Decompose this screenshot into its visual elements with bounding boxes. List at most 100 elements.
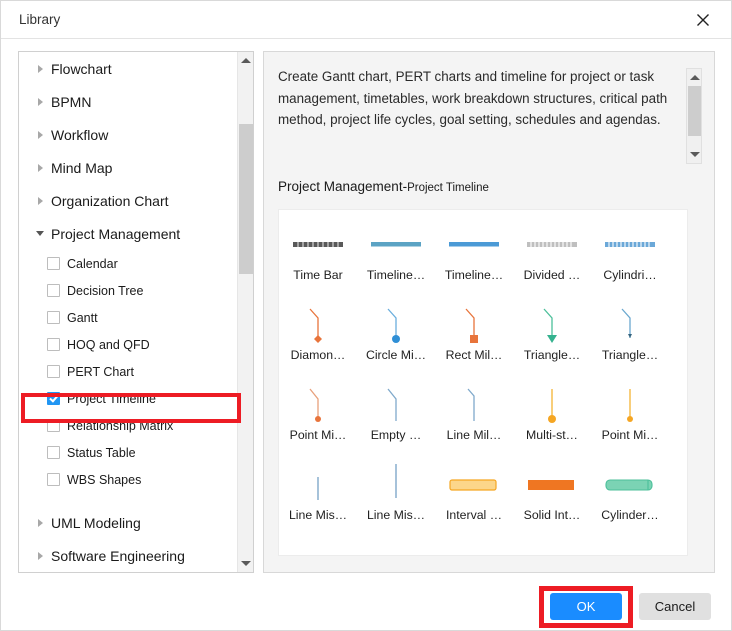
tree-group-flowchart[interactable]: Flowchart (19, 52, 238, 85)
tree-item-label: Relationship Matrix (67, 418, 174, 433)
tree-scrollbar[interactable] (237, 52, 253, 572)
empty-milestone-shape (360, 382, 432, 428)
cancel-button[interactable]: Cancel (639, 593, 711, 620)
description-area: Create Gantt chart, PERT charts and time… (278, 66, 702, 166)
tree-group-bpmn[interactable]: BPMN (19, 85, 238, 118)
tree-group-software-engineering[interactable]: Software Engineering (19, 539, 238, 572)
tree-group-project-management[interactable]: Project Management (19, 217, 238, 250)
ok-button[interactable]: OK (550, 593, 622, 620)
chevron-up-icon[interactable] (687, 69, 702, 86)
title-bar: Library (1, 1, 731, 39)
chevron-down-icon[interactable] (687, 146, 702, 163)
gallery-item-timeline-teal[interactable]: Timeline… (357, 222, 435, 302)
gallery-item-line-mistone-short[interactable]: Line Mis… (279, 462, 357, 542)
description-scrollbar-thumb[interactable] (688, 86, 701, 136)
tree-item-status-table[interactable]: Status Table (19, 439, 238, 466)
tree-item-label: Status Table (67, 445, 136, 460)
checkbox-icon[interactable] (47, 257, 60, 270)
interval-bar-yellow-shape (438, 462, 510, 508)
rect-milestone-shape (438, 302, 510, 348)
tree-item-label: WBS Shapes (67, 472, 142, 487)
gallery-item-rect-milestone[interactable]: Rect Mil… (435, 302, 513, 382)
tree-item-label: Gantt (67, 310, 98, 325)
gallery-item-line-milestone[interactable]: Line Mil… (435, 382, 513, 462)
gallery-item-point-milestone-yellow[interactable]: Point Mi… (591, 382, 669, 462)
tree-group-mind-map[interactable]: Mind Map (19, 151, 238, 184)
gallery-item-triangle-milestone-green[interactable]: Triangle… (513, 302, 591, 382)
gallery-item-timeline-blue[interactable]: Timeline… (435, 222, 513, 302)
multi-stage-milestone-shape (516, 382, 588, 428)
checkbox-icon[interactable] (47, 338, 60, 351)
shape-gallery: Time Bar Timeline… Timeline… Divided … C… (278, 209, 688, 556)
tree-item-relationship-matrix[interactable]: Relationship Matrix (19, 412, 238, 439)
tree-group-workflow[interactable]: Workflow (19, 118, 238, 151)
tree-group-organization-chart[interactable]: Organization Chart (19, 184, 238, 217)
gallery-row: Diamon… Circle Mi… Rect Mil… Triangle… T… (279, 302, 687, 382)
checkbox-icon[interactable] (47, 311, 60, 324)
checkbox-icon[interactable] (47, 284, 60, 297)
line-milestone-shape (438, 382, 510, 428)
tree-item-label: Decision Tree (67, 283, 144, 298)
description-scrollbar[interactable] (686, 68, 702, 164)
checkbox-checked-icon[interactable] (47, 392, 60, 405)
gallery-item-label: Time Bar (293, 268, 343, 282)
chevron-down-icon[interactable] (238, 555, 253, 572)
breadcrumb: Project Management-Project Timeline (278, 179, 489, 194)
triangle-milestone-green-shape (516, 302, 588, 348)
tree-item-wbs-shapes[interactable]: WBS Shapes (19, 466, 238, 493)
gallery-item-diamond-milestone[interactable]: Diamon… (279, 302, 357, 382)
tree-item-hoq-and-qfd[interactable]: HOQ and QFD (19, 331, 238, 358)
tree-item-label: HOQ and QFD (67, 337, 150, 352)
chevron-right-icon (33, 95, 47, 109)
tree-item-pert-chart[interactable]: PERT Chart (19, 358, 238, 385)
checkbox-icon[interactable] (47, 365, 60, 378)
gallery-item-label: Point Mi… (601, 428, 659, 442)
gallery-item-empty-milestone[interactable]: Empty … (357, 382, 435, 462)
gallery-item-label: Cylindri… (603, 268, 657, 282)
gallery-item-time-bar[interactable]: Time Bar (279, 222, 357, 302)
gallery-item-label: Timeline… (366, 268, 426, 282)
tree-scrollbar-thumb[interactable] (239, 124, 253, 274)
cylinder-interval-green-shape (594, 462, 666, 508)
cylindrical-divided-bar-shape (594, 222, 666, 268)
gallery-item-cylinder-interval-green[interactable]: Cylinder… (591, 462, 669, 542)
chevron-right-icon (33, 62, 47, 76)
tree-group-uml-modeling[interactable]: UML Modeling (19, 506, 238, 539)
gallery-item-circle-milestone[interactable]: Circle Mi… (357, 302, 435, 382)
close-icon[interactable] (683, 5, 723, 35)
chevron-right-icon (33, 516, 47, 530)
gallery-item-divided-bar[interactable]: Divided … (513, 222, 591, 302)
page-title: Library (19, 12, 61, 27)
gallery-item-label: Divided … (523, 268, 581, 282)
library-dialog: Library Flowchart BPMN Workflow Mind Map… (0, 0, 732, 631)
gallery-item-label: Triangle… (601, 348, 659, 362)
gallery-item-cylindrical-bar[interactable]: Cylindri… (591, 222, 669, 302)
checkbox-icon[interactable] (47, 419, 60, 432)
chevron-up-icon[interactable] (238, 52, 253, 69)
tree-item-project-timeline[interactable]: Project Timeline (19, 385, 238, 412)
breadcrumb-category: Project Management (278, 179, 403, 194)
tree-group-label: Mind Map (51, 159, 113, 176)
gallery-item-line-mistone-tall[interactable]: Line Mis… (357, 462, 435, 542)
point-milestone-yellow-shape (594, 382, 666, 428)
gallery-item-solid-interval-orange[interactable]: Solid Int… (513, 462, 591, 542)
checkbox-icon[interactable] (47, 473, 60, 486)
gallery-item-label: Triangle… (523, 348, 581, 362)
gallery-item-interval-bar-yellow[interactable]: Interval … (435, 462, 513, 542)
tree-item-label: Calendar (67, 256, 118, 271)
gallery-item-multi-stage-milestone[interactable]: Multi-st… (513, 382, 591, 462)
gallery-item-label: Point Mi… (289, 428, 347, 442)
tree-item-decision-tree[interactable]: Decision Tree (19, 277, 238, 304)
gallery-item-point-milestone-orange[interactable]: Point Mi… (279, 382, 357, 462)
checkbox-icon[interactable] (47, 446, 60, 459)
tree-group-label: Project Management (51, 225, 181, 242)
timeline-bar-teal-shape (360, 222, 432, 268)
details-panel: Create Gantt chart, PERT charts and time… (263, 51, 715, 573)
tree-item-calendar[interactable]: Calendar (19, 250, 238, 277)
breadcrumb-item: Project Timeline (407, 182, 489, 194)
gallery-item-label: Cylinder… (601, 508, 659, 522)
tree-item-gantt[interactable]: Gantt (19, 304, 238, 331)
gallery-item-triangle-milestone-blue[interactable]: Triangle… (591, 302, 669, 382)
gallery-item-label: Interval … (445, 508, 503, 522)
